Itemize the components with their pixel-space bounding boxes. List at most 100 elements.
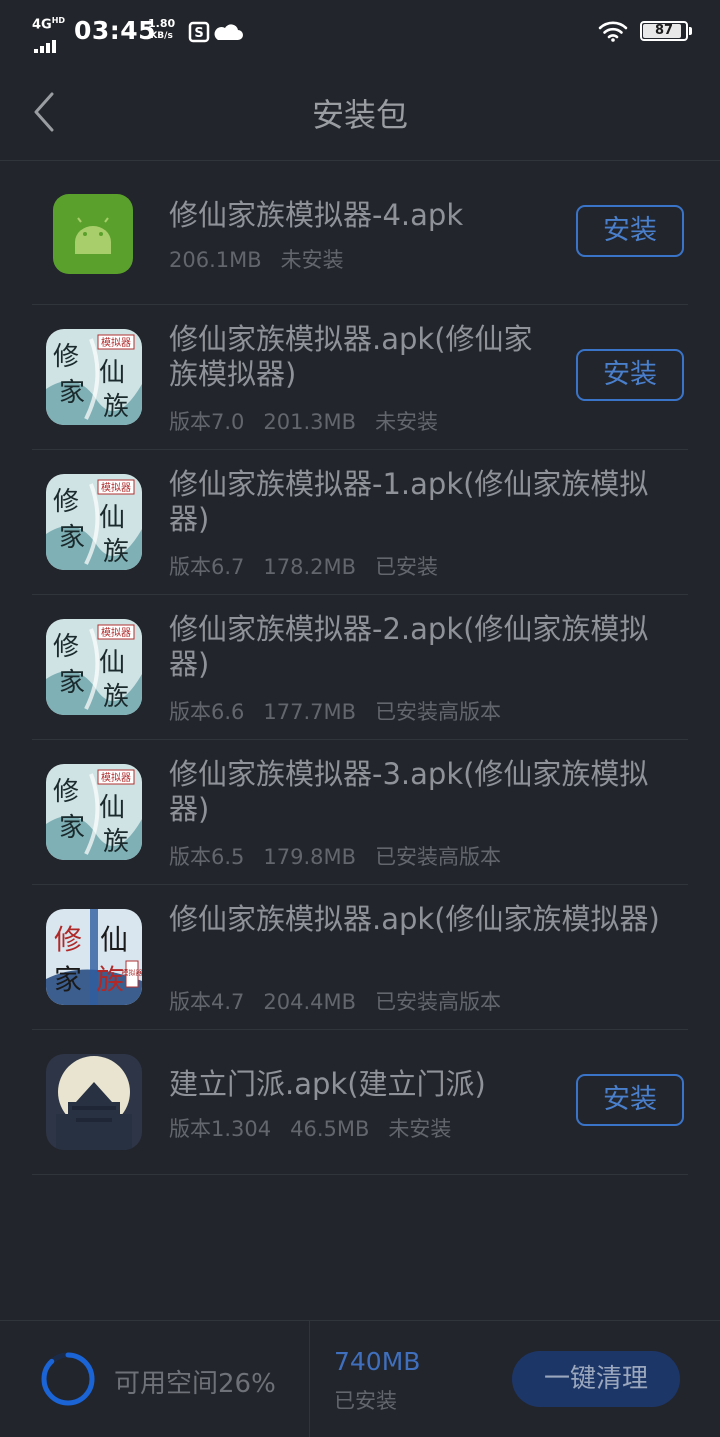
art-char: 仙	[99, 503, 125, 533]
app-status: 已安装高版本	[375, 845, 502, 869]
install-button[interactable]: 安装	[576, 349, 684, 401]
app-name: 建立门派.apk(建立门派)	[169, 1067, 486, 1101]
network-sup: HD	[51, 16, 66, 25]
status-right: 87	[598, 20, 692, 42]
svg-text:S: S	[194, 26, 203, 41]
network-type: 4G	[32, 17, 52, 33]
app-name: 修仙家族模拟器-3.apk(修仙家族模拟器)	[169, 757, 649, 826]
game-art-icon: 模拟器 修 仙 家 族	[46, 619, 142, 715]
installed-label: 已安装	[334, 1389, 397, 1413]
divider	[309, 1321, 310, 1437]
app-name: 修仙家族模拟器-2.apk(修仙家族模拟器)	[169, 612, 649, 681]
art-char: 修	[53, 487, 79, 517]
net-speed-value: 1.80	[148, 17, 176, 30]
list-item[interactable]: 模拟器 修 仙 家 族 修仙家族模拟器-1.apk(修仙家族模拟器) 版本6.7…	[32, 450, 688, 595]
art-char: 修	[53, 342, 79, 372]
art-char: 族	[103, 682, 129, 712]
art-char: 修	[53, 632, 79, 662]
art-char: 仙	[99, 648, 125, 678]
app-status: 已安装高版本	[375, 700, 502, 724]
app-name: 修仙家族模拟器-4.apk	[169, 198, 464, 232]
app-status: 未安装	[280, 248, 344, 272]
app-version: 版本4.7	[169, 990, 245, 1014]
wifi-icon	[598, 21, 628, 42]
s-notification-icon: S	[188, 21, 210, 43]
status-bar: 4GHD 03:45 1.80 KB/s S 87	[0, 0, 720, 64]
app-size: 178.2MB	[263, 555, 357, 579]
app-name: 修仙家族模拟器-1.apk(修仙家族模拟器)	[169, 467, 649, 536]
app-meta: 版本7.0 201.3MB 未安装	[169, 406, 457, 436]
app-meta: 版本1.304 46.5MB 未安装	[169, 1113, 470, 1143]
app-size: 204.4MB	[263, 990, 357, 1014]
app-size: 201.3MB	[263, 410, 357, 434]
app-size: 46.5MB	[290, 1117, 370, 1141]
palace-moon-icon	[46, 1054, 142, 1150]
list-item[interactable]: 修仙家族模拟器-4.apk 206.1MB 未安装 安装	[32, 161, 688, 305]
app-meta: 版本6.5 179.8MB 已安装高版本	[169, 841, 520, 871]
net-speed-unit: KB/s	[150, 31, 173, 41]
installed-size: 740MB	[334, 1347, 421, 1376]
page-title: 安装包	[311, 96, 408, 134]
app-version: 版本6.5	[169, 845, 245, 869]
app-meta: 版本6.6 177.7MB 已安装高版本	[169, 696, 520, 726]
art-char: 家	[54, 963, 82, 996]
app-status: 未安装	[375, 410, 439, 434]
game-art-icon-v2: 模拟器 修 仙 家 族	[46, 909, 142, 1005]
app-size: 206.1MB	[169, 248, 262, 272]
art-char: 家	[59, 668, 85, 698]
app-name: 修仙家族模拟器.apk(修仙家族模拟器)	[169, 322, 533, 391]
storage-label: 可用空间26%	[114, 1369, 276, 1399]
art-char: 仙	[99, 793, 125, 823]
seal-text: 模拟器	[122, 968, 143, 977]
app-meta: 206.1MB 未安装	[169, 244, 363, 274]
list-item[interactable]: 建立门派.apk(建立门派) 版本1.304 46.5MB 未安装 安装	[32, 1030, 688, 1175]
storage-ring-icon	[41, 1352, 95, 1406]
seal-text: 模拟器	[101, 771, 131, 784]
net-speed: 1.80 KB/s	[148, 18, 175, 42]
android-icon	[53, 194, 133, 274]
network-indicator: 4GHD	[30, 16, 70, 53]
game-art-icon: 模拟器 修 仙 家 族	[46, 329, 142, 425]
app-size: 177.7MB	[263, 700, 357, 724]
art-char: 家	[59, 813, 85, 843]
app-status: 已安装	[375, 555, 439, 579]
seal-text: 模拟器	[101, 481, 131, 494]
app-meta: 版本6.7 178.2MB 已安装	[169, 551, 457, 581]
cloud-icon	[214, 24, 243, 40]
app-version: 版本7.0	[169, 410, 245, 434]
art-char: 修	[53, 777, 79, 807]
app-status: 已安装高版本	[375, 990, 502, 1014]
game-art-icon: 模拟器 修 仙 家 族	[46, 764, 142, 860]
list-item[interactable]: 模拟器 修 仙 家 族 修仙家族模拟器-2.apk(修仙家族模拟器) 版本6.6…	[32, 595, 688, 740]
art-char: 族	[96, 963, 124, 996]
notification-icons: S	[188, 20, 248, 50]
seal-text: 模拟器	[101, 336, 131, 349]
battery-icon: 87	[640, 21, 692, 41]
app-version: 版本6.6	[169, 700, 245, 724]
app-status: 未安装	[388, 1117, 452, 1141]
seal-text: 模拟器	[101, 626, 131, 639]
art-char: 家	[59, 378, 85, 408]
app-meta: 版本4.7 204.4MB 已安装高版本	[169, 986, 520, 1016]
art-char: 族	[103, 827, 129, 857]
art-char: 族	[103, 392, 129, 422]
art-char: 家	[59, 523, 85, 553]
one-click-clean-button[interactable]: 一键清理	[512, 1351, 680, 1407]
list-item[interactable]: 模拟器 修 仙 家 族 修仙家族模拟器.apk(修仙家族模拟器) 版本7.0 20…	[32, 305, 688, 450]
art-char: 族	[103, 537, 129, 567]
app-version: 版本1.304	[169, 1117, 272, 1141]
battery-level: 87	[654, 23, 674, 38]
art-char: 仙	[100, 923, 128, 956]
app-size: 179.8MB	[263, 845, 357, 869]
app-name: 修仙家族模拟器.apk(修仙家族模拟器)	[169, 902, 660, 936]
install-button[interactable]: 安装	[576, 205, 684, 257]
signal-bars-icon	[34, 34, 58, 53]
art-char: 修	[54, 923, 82, 956]
install-button[interactable]: 安装	[576, 1074, 684, 1126]
list-item[interactable]: 模拟器 修 仙 家 族 修仙家族模拟器.apk(修仙家族模拟器) 版本4.7 20…	[32, 885, 688, 1030]
clock: 03:45	[74, 16, 157, 45]
list-item[interactable]: 模拟器 修 仙 家 族 修仙家族模拟器-3.apk(修仙家族模拟器) 版本6.5…	[32, 740, 688, 885]
art-char: 仙	[99, 358, 125, 388]
game-art-icon: 模拟器 修 仙 家 族	[46, 474, 142, 570]
nav-bar: 安装包	[0, 64, 720, 161]
